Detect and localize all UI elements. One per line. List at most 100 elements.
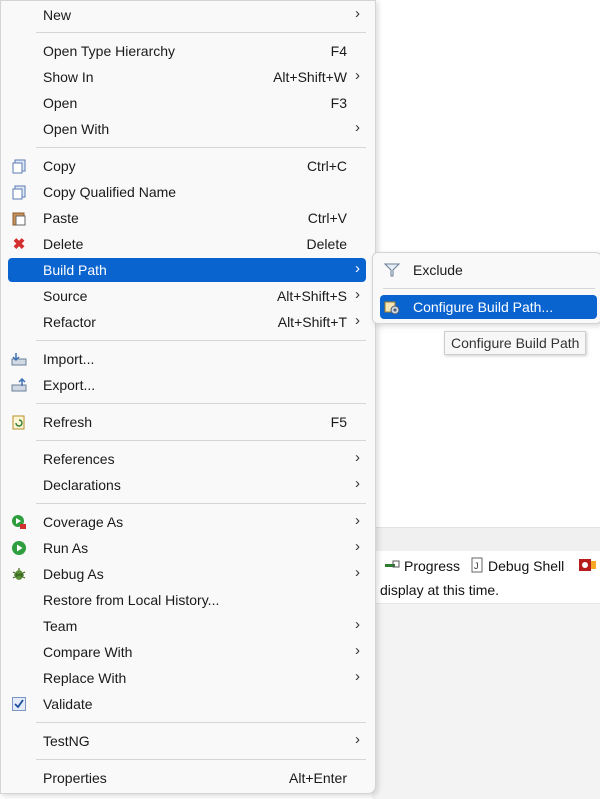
menu-item-refactor[interactable]: Refactor Alt+Shift+T ›	[8, 310, 366, 334]
menu-separator	[36, 722, 366, 723]
menu-item-label: Properties	[43, 770, 107, 786]
filter-icon	[384, 262, 400, 278]
submenu-item-exclude[interactable]: Exclude	[380, 258, 597, 282]
menu-item-validate[interactable]: Validate	[8, 692, 366, 716]
menu-item-build-path[interactable]: Build Path ›	[8, 258, 366, 282]
build-path-submenu: Exclude Configure Build Path...	[372, 252, 600, 324]
menu-item-label: Open	[43, 95, 78, 111]
delete-icon: ✖	[12, 236, 26, 253]
run-icon	[11, 540, 27, 556]
menu-item-label: Source	[43, 288, 88, 304]
menu-item-label: Validate	[43, 696, 93, 712]
menu-item-label: TestNG	[43, 733, 90, 749]
menu-item-compare-with[interactable]: Compare With ›	[8, 640, 366, 664]
copy-qualified-name-icon	[11, 184, 27, 200]
submenu-arrow-icon: ›	[355, 312, 360, 329]
menu-item-references[interactable]: References ›	[8, 447, 366, 471]
menu-item-label: Open Type Hierarchy	[43, 43, 176, 59]
menu-item-label: Open With	[43, 121, 110, 137]
svg-text:J: J	[474, 561, 479, 571]
menu-item-shortcut: F5	[330, 414, 347, 430]
menu-item-label: Build Path	[43, 262, 107, 278]
menu-item-paste[interactable]: Paste Ctrl+V	[8, 206, 366, 230]
menu-item-show-in[interactable]: Show In Alt+Shift+W ›	[8, 65, 366, 89]
submenu-arrow-icon: ›	[355, 67, 360, 84]
menu-item-label: Restore from Local History...	[43, 592, 220, 608]
menu-item-properties[interactable]: Properties Alt+Enter	[8, 766, 366, 790]
menu-item-label: Import...	[43, 351, 95, 367]
menu-item-debug-as[interactable]: Debug As ›	[8, 562, 366, 586]
menu-separator	[383, 288, 595, 289]
menu-item-label: Team	[43, 618, 78, 634]
copy-icon	[11, 158, 27, 174]
submenu-arrow-icon: ›	[355, 564, 360, 581]
menu-item-source[interactable]: Source Alt+Shift+S ›	[8, 284, 366, 308]
submenu-arrow-icon: ›	[355, 512, 360, 529]
tab-overflow[interactable]	[578, 556, 596, 576]
submenu-arrow-icon: ›	[355, 119, 360, 136]
menu-item-open-with[interactable]: Open With ›	[8, 117, 366, 141]
menu-item-shortcut: Alt+Enter	[289, 770, 347, 786]
menu-item-label: Export...	[43, 377, 96, 393]
menu-item-testng[interactable]: TestNG ›	[8, 729, 366, 753]
bug-icon	[11, 566, 27, 582]
menu-item-new[interactable]: New ›	[8, 3, 366, 27]
menu-item-label: References	[43, 451, 115, 467]
menu-item-refresh[interactable]: Refresh F5	[8, 410, 366, 434]
submenu-arrow-icon: ›	[355, 475, 360, 492]
menu-item-shortcut: Ctrl+C	[306, 158, 347, 174]
submenu-arrow-icon: ›	[355, 616, 360, 633]
menu-item-open[interactable]: Open F3	[8, 91, 366, 115]
menu-item-label: Run As	[43, 540, 89, 556]
menu-item-run-as[interactable]: Run As ›	[8, 536, 366, 560]
submenu-arrow-icon: ›	[355, 260, 360, 277]
import-icon	[11, 351, 27, 367]
menu-item-delete[interactable]: ✖ Delete Delete	[8, 232, 366, 256]
menu-item-shortcut: Alt+Shift+W	[273, 69, 347, 85]
tab-progress[interactable]: Progress	[384, 556, 460, 576]
menu-item-shortcut: Delete	[306, 236, 347, 252]
menu-item-shortcut: Alt+Shift+S	[276, 288, 347, 304]
menu-separator	[36, 340, 366, 341]
menu-item-label: Debug As	[43, 566, 104, 582]
menu-separator	[36, 440, 366, 441]
tab-debug-shell[interactable]: J Debug Shell	[470, 556, 564, 576]
submenu-arrow-icon: ›	[355, 5, 360, 22]
overflow-view-icon	[578, 557, 596, 576]
menu-item-copy-qualified-name[interactable]: Copy Qualified Name	[8, 180, 366, 204]
menu-item-team[interactable]: Team ›	[8, 614, 366, 638]
submenu-item-configure-build-path[interactable]: Configure Build Path...	[380, 295, 597, 319]
menu-item-open-type-hierarchy[interactable]: Open Type Hierarchy F4	[8, 39, 366, 63]
menu-item-label: Refactor	[43, 314, 96, 330]
menu-item-label: Replace With	[43, 670, 127, 686]
refresh-icon	[11, 414, 27, 430]
view-message: display at this time.	[380, 582, 500, 598]
menu-item-shortcut: F4	[330, 43, 347, 59]
menu-item-declarations[interactable]: Declarations ›	[8, 473, 366, 497]
menu-item-restore-local-history[interactable]: Restore from Local History...	[8, 588, 366, 612]
menu-item-export[interactable]: Export...	[8, 373, 366, 397]
paste-icon	[11, 210, 27, 226]
menu-item-label: Paste	[43, 210, 79, 226]
menu-item-replace-with[interactable]: Replace With ›	[8, 666, 366, 690]
configure-build-path-icon	[384, 299, 400, 315]
view-panel	[372, 603, 600, 799]
submenu-arrow-icon: ›	[355, 449, 360, 466]
submenu-arrow-icon: ›	[355, 642, 360, 659]
menu-item-coverage-as[interactable]: Coverage As ›	[8, 510, 366, 534]
menu-item-label: Show In	[43, 69, 94, 85]
menu-item-label: Coverage As	[43, 514, 124, 530]
menu-item-copy[interactable]: Copy Ctrl+C	[8, 154, 366, 178]
submenu-item-label: Exclude	[413, 262, 463, 278]
menu-item-label: Refresh	[43, 414, 93, 430]
submenu-arrow-icon: ›	[355, 538, 360, 555]
menu-separator	[36, 759, 366, 760]
menu-separator	[36, 32, 366, 33]
menu-item-shortcut: Alt+Shift+T	[277, 314, 347, 330]
debug-shell-icon: J	[470, 557, 484, 576]
menu-item-label: New	[43, 7, 72, 23]
menu-item-import[interactable]: Import...	[8, 347, 366, 371]
menu-item-label: Declarations	[43, 477, 121, 493]
checkmark-icon	[11, 696, 27, 712]
submenu-arrow-icon: ›	[355, 731, 360, 748]
